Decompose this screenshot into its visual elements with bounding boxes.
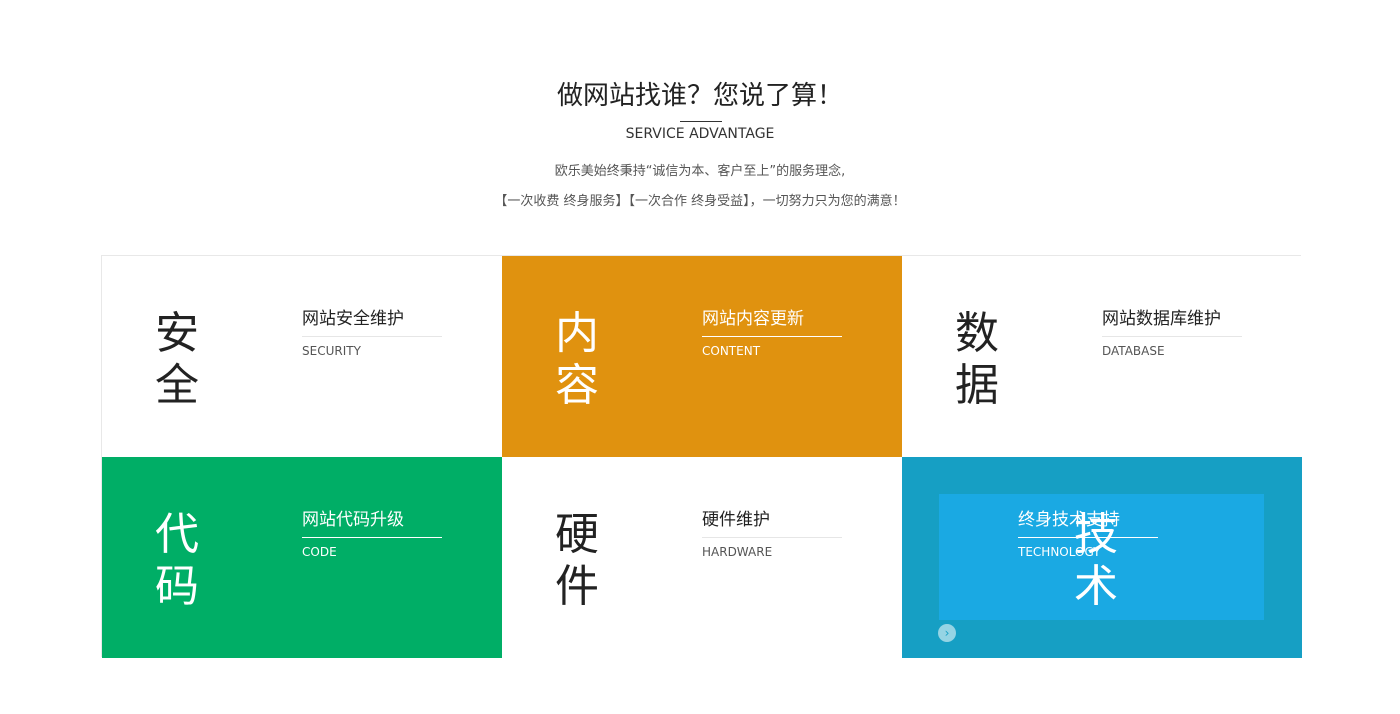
- card-big-label: 数据: [955, 308, 999, 411]
- card-title: 硬件维护: [702, 510, 770, 530]
- card-info: 网站数据库维护 DATABASE: [1102, 306, 1242, 359]
- card-big-label: 硬件: [555, 509, 599, 612]
- card-big-label: 内容: [555, 308, 599, 411]
- section-description-line-2: 【一次收费 终身服务】【一次合作 终身受益】，一切努力只为您的满意！: [494, 194, 906, 209]
- card-title: 网站代码升级: [302, 510, 404, 530]
- card-english-label: CONTENT: [702, 344, 761, 358]
- section-description-line-1: 欧乐美始终秉持“诚信为本、客户至上”的服务理念,: [554, 164, 846, 179]
- card-divider: [302, 336, 442, 337]
- card-big-label: 技术: [1074, 509, 1118, 612]
- card-big-label: 安全: [155, 308, 199, 411]
- service-card-hardware[interactable]: 硬件 硬件维护 HARDWARE: [502, 457, 902, 658]
- card-title: 网站内容更新: [702, 309, 804, 329]
- card-english-label: HARDWARE: [702, 545, 773, 559]
- service-card-security[interactable]: 安全 网站安全维护 SECURITY: [102, 256, 502, 457]
- section-subtitle: SERVICE ADVANTAGE: [625, 126, 775, 142]
- section-title: 做网站找谁？您说了算！: [556, 81, 843, 111]
- card-english-label: CODE: [302, 545, 337, 559]
- card-big-label: 代码: [155, 509, 199, 612]
- service-card-content[interactable]: 内容 网站内容更新 CONTENT: [502, 256, 902, 457]
- chevron-right-icon[interactable]: ›: [938, 624, 956, 642]
- card-english-label: DATABASE: [1102, 344, 1165, 358]
- service-advantage-section: 做网站找谁？您说了算！ SERVICE ADVANTAGE 欧乐美始终秉持“诚信…: [0, 0, 1400, 714]
- card-divider: [702, 336, 842, 337]
- card-info: 网站安全维护 SECURITY: [302, 306, 442, 359]
- card-info: 网站代码升级 CODE: [302, 507, 442, 560]
- card-info: 网站内容更新 CONTENT: [702, 306, 842, 359]
- card-divider: [302, 537, 442, 538]
- service-card-code[interactable]: 代码 网站代码升级 CODE: [102, 457, 502, 658]
- card-title: 网站安全维护: [302, 309, 404, 329]
- card-divider: [1102, 336, 1242, 337]
- card-info: 硬件维护 HARDWARE: [702, 507, 842, 560]
- service-grid: 安全 网站安全维护 SECURITY 内容 网站内容更新 CONTENT 数据: [101, 255, 1302, 658]
- card-divider: [702, 537, 842, 538]
- card-title: 网站数据库维护: [1102, 309, 1221, 329]
- service-card-database[interactable]: 数据 网站数据库维护 DATABASE: [902, 256, 1302, 457]
- title-divider: [680, 121, 722, 122]
- service-card-technology[interactable]: 终身技术支持 TECHNOLOGY 技术 ›: [902, 457, 1302, 658]
- card-english-label: SECURITY: [302, 344, 361, 358]
